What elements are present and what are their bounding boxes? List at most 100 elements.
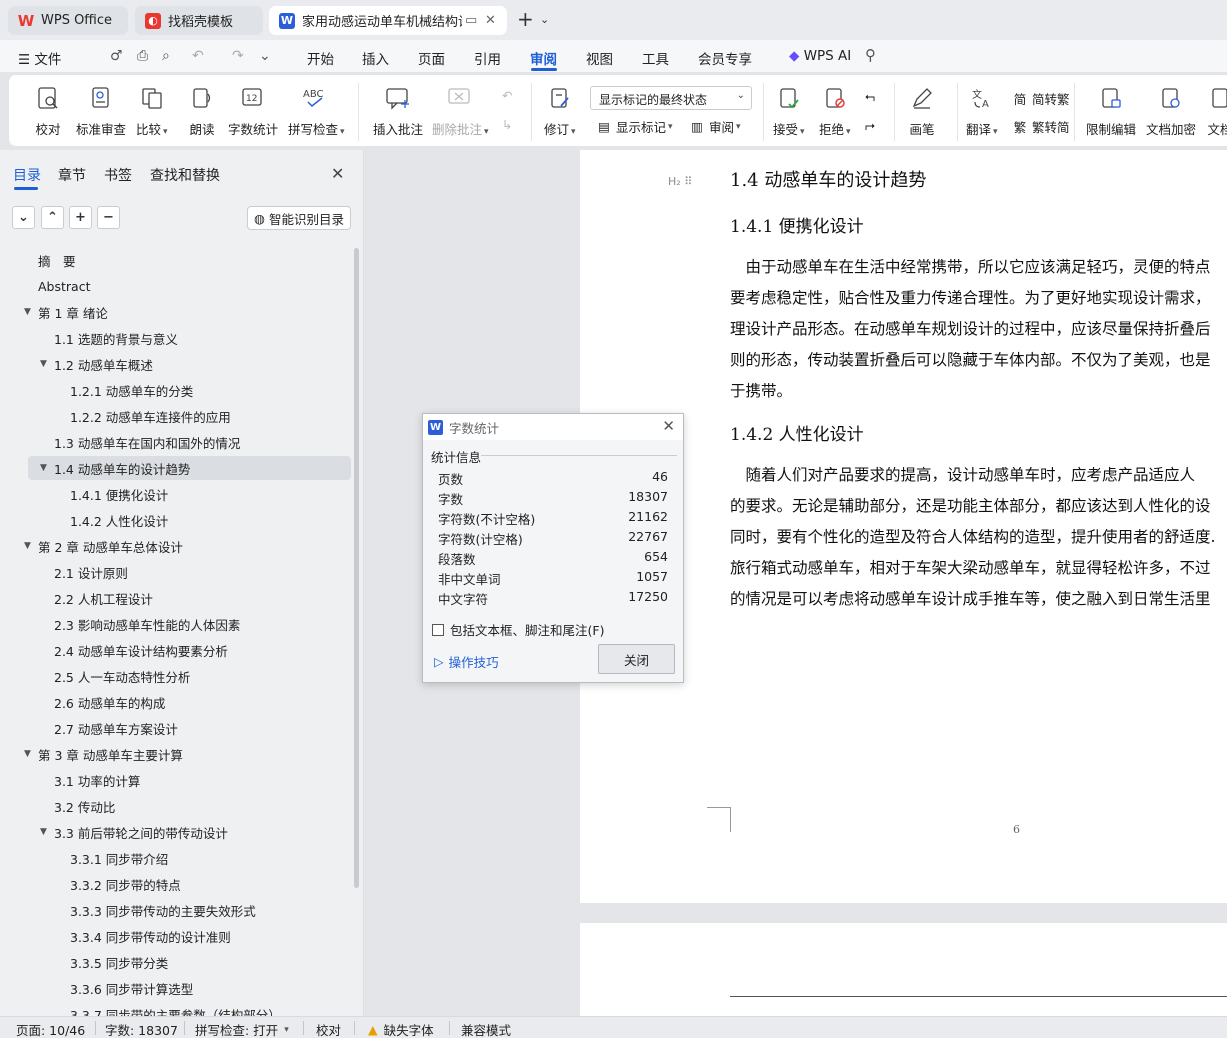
document-encrypt-button[interactable]: 文档加密 (1146, 75, 1196, 147)
toc-item[interactable]: 3.2 传动比 (40, 794, 115, 818)
toc-item[interactable]: 1.1 选题的背景与意义 (40, 326, 178, 350)
toc-item[interactable]: 1.2.2 动感单车连接件的应用 (56, 404, 231, 428)
dialog-close-button[interactable]: 关闭 (598, 644, 675, 674)
share-icon[interactable]: ♂ (110, 48, 123, 64)
wps-ai-button[interactable]: ◆ WPS AI (789, 48, 851, 64)
simplified-to-traditional-button[interactable]: 简简转繁 (1012, 89, 1070, 108)
tab-bookmarks[interactable]: 书签 (104, 165, 132, 185)
toc-item[interactable]: 2.2 人机工程设计 (40, 586, 153, 610)
word-count-button[interactable]: 12 字数统计 (228, 75, 278, 147)
toc-item[interactable]: ▼ 第 2 章 动感单车总体设计 (24, 534, 183, 558)
toc-item[interactable]: ▼ 1.4 动感单车的设计趋势 (28, 456, 351, 480)
status-page[interactable]: 页面: 10/46 (16, 1020, 85, 1038)
status-proofread[interactable]: 校对 (316, 1020, 341, 1038)
document-permission-button[interactable]: 文档 (1206, 75, 1227, 147)
tab-sections[interactable]: 章节 (58, 165, 86, 185)
menu-tools[interactable]: 工具 (642, 48, 669, 68)
status-missing-font[interactable]: ▲ 缺失字体 (368, 1020, 434, 1038)
chevron-down-icon[interactable]: ⌄ (540, 13, 549, 26)
next-change-icon[interactable]: ⮣ (865, 117, 875, 133)
add-heading-icon[interactable]: + (69, 206, 92, 229)
delete-comment-button[interactable]: 删除批注 ▾ (432, 75, 489, 147)
tab-toc[interactable]: 目录 (13, 165, 41, 185)
standard-review-button[interactable]: 标准审查 (76, 75, 126, 147)
toc-item[interactable]: 2.5 人一车动态特性分析 (40, 664, 190, 688)
tips-link[interactable]: ▷ 操作技巧 (434, 652, 499, 671)
expand-toggle-icon[interactable]: ▼ (24, 749, 38, 759)
markup-display-select[interactable]: 显示标记的最终状态 ⌄ (590, 86, 752, 110)
menu-reference[interactable]: 引用 (474, 48, 501, 68)
translate-button[interactable]: 文A 翻译 ▾ (966, 75, 998, 147)
toc-item[interactable]: 1.2.1 动感单车的分类 (56, 378, 193, 402)
undo-icon[interactable]: ↶ (192, 48, 204, 64)
chevron-down-icon[interactable]: ⌄ (12, 206, 35, 229)
previous-change-icon[interactable]: ⮢ (865, 88, 875, 104)
restrict-editing-button[interactable]: 限制编辑 (1086, 75, 1136, 147)
toc-item[interactable]: 3.3.2 同步带的特点 (56, 872, 181, 896)
pen-button[interactable]: 画笔 (908, 75, 936, 147)
review-pane-button[interactable]: ▥ 审阅 ▾ (689, 117, 740, 136)
menu-page[interactable]: 页面 (418, 48, 445, 68)
toc-item[interactable]: ▼ 第 3 章 动感单车主要计算 (24, 742, 183, 766)
toc-item[interactable]: ▼ 第 1 章 绪论 (24, 300, 108, 324)
spell-check-button[interactable]: ABC 拼写检查 ▾ (288, 75, 345, 147)
toc-item[interactable]: 3.3.1 同步带介绍 (56, 846, 168, 870)
toc-item[interactable]: 2.1 设计原则 (40, 560, 128, 584)
next-document-page[interactable] (580, 923, 1227, 1016)
tab-current-document[interactable]: W 家用动感运动单车机械结构设 ▭ ✕ (269, 6, 507, 35)
remove-heading-icon[interactable]: − (97, 206, 120, 229)
close-icon[interactable]: ✕ (485, 13, 496, 28)
status-word-count[interactable]: 字数: 18307 (105, 1020, 178, 1038)
menu-review[interactable]: 审阅 (530, 48, 557, 68)
menu-home[interactable]: 开始 (307, 48, 334, 68)
traditional-to-simplified-button[interactable]: 繁繁转简 (1012, 117, 1070, 136)
menu-insert[interactable]: 插入 (362, 48, 389, 68)
expand-toggle-icon[interactable]: ▼ (40, 359, 54, 369)
toc-item[interactable]: 摘 要 (24, 248, 76, 272)
toc-item[interactable]: Abstract (24, 274, 90, 298)
chevron-up-icon[interactable]: ⌃ (41, 206, 64, 229)
file-menu[interactable]: ☰ 文件 (18, 48, 61, 68)
read-aloud-button[interactable]: 朗读 (188, 75, 216, 147)
drag-handle-icon[interactable]: ⠿ (684, 175, 692, 188)
compare-button[interactable]: 比较 ▾ (136, 75, 168, 147)
toc-item[interactable]: 3.1 功率的计算 (40, 768, 140, 792)
toc-item[interactable]: ▼ 3.3 前后带轮之间的带传动设计 (40, 820, 228, 844)
tab-float-icon[interactable]: ▭ (465, 13, 477, 28)
next-comment-icon[interactable]: ↳ (502, 117, 512, 132)
proofread-button[interactable]: 校对 (34, 75, 62, 147)
toc-item[interactable]: 1.3 动感单车在国内和国外的情况 (40, 430, 240, 454)
tab-find-replace[interactable]: 查找和替换 (150, 165, 220, 185)
toc-item[interactable]: 2.6 动感单车的构成 (40, 690, 165, 714)
checkbox[interactable] (432, 623, 444, 636)
print-icon[interactable]: ⎙ (137, 48, 148, 64)
more-chevron-icon[interactable]: ⌄ (259, 48, 271, 64)
close-icon[interactable]: ✕ (662, 417, 675, 435)
show-markup-button[interactable]: ▤ 显示标记 ▾ (596, 117, 672, 136)
menu-view[interactable]: 视图 (586, 48, 613, 68)
toc-item[interactable]: 3.3.6 同步带计算选型 (56, 976, 193, 1000)
expand-toggle-icon[interactable]: ▼ (40, 463, 54, 473)
toc-item[interactable]: 2.4 动感单车设计结构要素分析 (40, 638, 228, 662)
previous-comment-icon[interactable]: ↶ (502, 88, 512, 103)
redo-icon[interactable]: ↷ (232, 48, 244, 64)
track-changes-button[interactable]: 修订 ▾ (544, 75, 576, 147)
accept-button[interactable]: 接受 ▾ (773, 75, 805, 147)
toc-item[interactable]: 1.4.2 人性化设计 (56, 508, 168, 532)
toc-item[interactable]: 1.4.1 便携化设计 (56, 482, 168, 506)
toc-item[interactable]: 3.3.5 同步带分类 (56, 950, 168, 974)
toc-item[interactable]: 2.7 动感单车方案设计 (40, 716, 178, 740)
expand-toggle-icon[interactable]: ▼ (24, 541, 38, 551)
menu-member[interactable]: 会员专享 (698, 48, 752, 68)
insert-comment-button[interactable]: 插入批注 (373, 75, 423, 147)
add-tab-icon[interactable]: + (517, 7, 534, 31)
search-icon[interactable]: ⚲ (865, 46, 876, 64)
heading-marker[interactable]: H₂ ⠿ (668, 175, 692, 188)
expand-toggle-icon[interactable]: ▼ (40, 827, 54, 837)
toc-item[interactable]: 2.3 影响动感单车性能的人体因素 (40, 612, 240, 636)
reject-button[interactable]: 拒绝 ▾ (819, 75, 851, 147)
tab-wps-office[interactable]: W WPS Office (8, 6, 128, 35)
close-icon[interactable]: ✕ (331, 164, 344, 183)
print-preview-icon[interactable]: ⌕ (162, 48, 170, 64)
toc-item[interactable]: ▼ 1.2 动感单车概述 (40, 352, 153, 376)
